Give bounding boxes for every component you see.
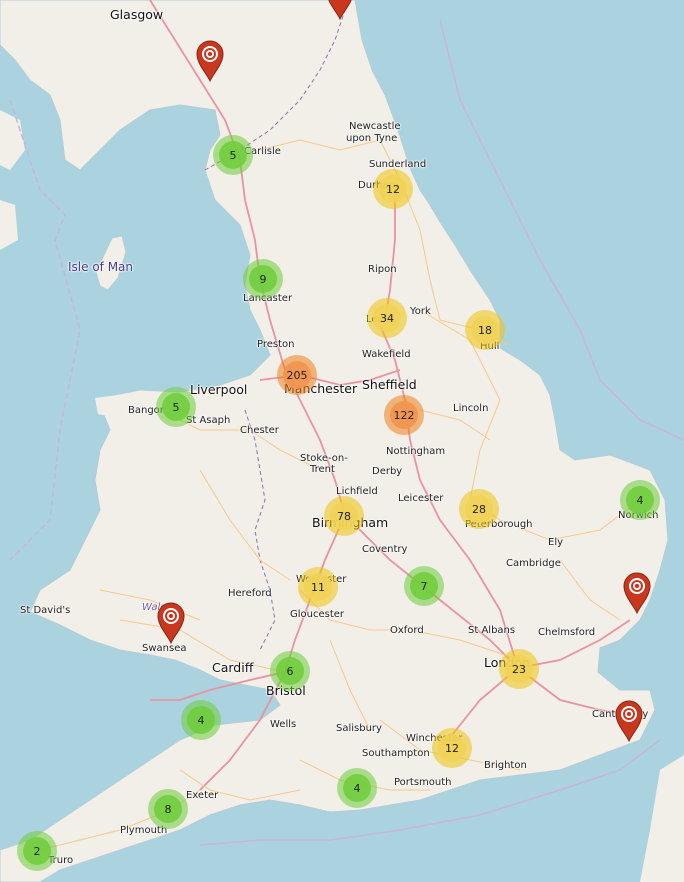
cluster-count: 78 bbox=[330, 502, 358, 530]
marker-cluster-bournemouth[interactable]: 4 bbox=[337, 768, 377, 808]
cluster-count: 23 bbox=[505, 655, 533, 683]
marker-cluster-durham[interactable]: 12 bbox=[373, 169, 413, 209]
marker-cluster-worcester[interactable]: 11 bbox=[298, 567, 338, 607]
marker-cluster-sheffield[interactable]: 122 bbox=[384, 395, 424, 435]
map-pin-icon-top-center[interactable] bbox=[325, 0, 355, 21]
land-west-scotland bbox=[0, 110, 25, 170]
place-label-newcastle-2: upon Tyne bbox=[346, 133, 398, 144]
map-pin-icon-swansea[interactable] bbox=[156, 602, 186, 645]
place-label-portsmouth: Portsmouth bbox=[394, 777, 452, 788]
cluster-count: 8 bbox=[154, 795, 182, 823]
place-label-stoke-2: Trent bbox=[310, 464, 335, 475]
place-label-hereford: Hereford bbox=[228, 588, 272, 599]
place-label-sheffield: Sheffield bbox=[362, 377, 417, 392]
marker-cluster-truro[interactable]: 2 bbox=[17, 831, 57, 871]
place-label-nottingham: Nottingham bbox=[386, 446, 446, 457]
cluster-count: 2 bbox=[23, 837, 51, 865]
place-label-cambridge: Cambridge bbox=[506, 558, 561, 569]
marker-cluster-birmingham[interactable]: 78 bbox=[324, 496, 364, 536]
place-label-liverpool: Liverpool bbox=[190, 382, 248, 397]
place-label-ripon: Ripon bbox=[368, 264, 397, 275]
marker-cluster-london[interactable]: 23 bbox=[499, 649, 539, 689]
marker-cluster-lancaster[interactable]: 9 bbox=[243, 259, 283, 299]
place-label-isle-of-man: Isle of Man bbox=[68, 260, 134, 274]
place-label-sunderland: Sunderland bbox=[369, 159, 427, 170]
cluster-count: 122 bbox=[390, 401, 418, 429]
marker-cluster-hull[interactable]: 18 bbox=[465, 310, 505, 350]
place-label-brighton: Brighton bbox=[484, 760, 527, 771]
place-label-preston: Preston bbox=[257, 339, 295, 350]
marker-cluster-exeter[interactable]: 8 bbox=[148, 789, 188, 829]
marker-cluster-bangor[interactable]: 5 bbox=[156, 387, 196, 427]
place-label-newcastle-1: Newcastle bbox=[349, 121, 401, 132]
cluster-count: 7 bbox=[410, 572, 438, 600]
place-label-chelmsford: Chelmsford bbox=[538, 627, 596, 638]
cluster-count: 34 bbox=[373, 304, 401, 332]
place-label-chester: Chester bbox=[240, 425, 279, 436]
place-label-gloucester: Gloucester bbox=[290, 609, 345, 620]
place-label-oxford: Oxford bbox=[390, 625, 424, 636]
land-north bbox=[0, 0, 669, 882]
map-pin-icon-ipswich[interactable] bbox=[622, 572, 652, 615]
cluster-count: 4 bbox=[626, 486, 654, 514]
cluster-count: 18 bbox=[471, 316, 499, 344]
map-view[interactable]: Glasgow Carlisle Newcastle upon Tyne Sunderl… bbox=[0, 0, 684, 882]
place-label-cardiff: Cardiff bbox=[212, 660, 254, 675]
basemap bbox=[0, 0, 684, 882]
place-label-st-albans: St Albans bbox=[468, 625, 516, 636]
place-label-leicester: Leicester bbox=[398, 493, 444, 504]
marker-cluster-northampton[interactable]: 7 bbox=[404, 566, 444, 606]
cluster-count: 11 bbox=[304, 573, 332, 601]
land-france bbox=[640, 755, 684, 882]
marker-cluster-manchester[interactable]: 205 bbox=[277, 355, 317, 395]
marker-cluster-norwich[interactable]: 4 bbox=[620, 480, 660, 520]
cluster-count: 12 bbox=[438, 734, 466, 762]
place-label-derby: Derby bbox=[372, 466, 403, 477]
place-label-wakefield: Wakefield bbox=[362, 349, 411, 360]
place-label-st-davids: St David's bbox=[20, 605, 71, 616]
land-arran bbox=[0, 200, 18, 250]
cluster-count: 28 bbox=[465, 495, 493, 523]
cluster-count: 205 bbox=[283, 361, 311, 389]
cluster-count: 9 bbox=[249, 265, 277, 293]
maritime-boundary bbox=[9, 99, 81, 561]
cluster-count: 4 bbox=[343, 774, 371, 802]
marker-cluster-barnstaple[interactable]: 4 bbox=[181, 700, 221, 740]
place-label-ely: Ely bbox=[548, 537, 564, 548]
place-label-glasgow: Glasgow bbox=[110, 7, 164, 22]
map-pin-icon-dumfries[interactable] bbox=[195, 40, 225, 83]
cluster-count: 5 bbox=[162, 393, 190, 421]
marker-cluster-carlisle[interactable]: 5 bbox=[213, 135, 253, 175]
place-label-exeter: Exeter bbox=[186, 790, 219, 801]
place-label-york: York bbox=[410, 306, 431, 317]
map-pin-icon-canterbury[interactable] bbox=[614, 700, 644, 743]
cluster-count: 12 bbox=[379, 175, 407, 203]
place-label-southampton: Southampton bbox=[362, 748, 430, 759]
place-label-wells: Wells bbox=[270, 719, 297, 730]
place-label-stoke-1: Stoke-on- bbox=[300, 453, 348, 464]
cluster-count: 5 bbox=[219, 141, 247, 169]
place-label-coventry: Coventry bbox=[362, 544, 408, 555]
place-label-salisbury: Salisbury bbox=[336, 723, 382, 734]
cluster-count: 4 bbox=[187, 706, 215, 734]
marker-cluster-peterborough[interactable]: 28 bbox=[459, 489, 499, 529]
cluster-count: 6 bbox=[276, 657, 304, 685]
marker-cluster-leeds[interactable]: 34 bbox=[367, 298, 407, 338]
place-label-lincoln: Lincoln bbox=[453, 403, 489, 414]
place-label-swansea: Swansea bbox=[142, 643, 187, 654]
marker-cluster-winchester[interactable]: 12 bbox=[432, 728, 472, 768]
marker-cluster-bristol[interactable]: 6 bbox=[270, 651, 310, 691]
